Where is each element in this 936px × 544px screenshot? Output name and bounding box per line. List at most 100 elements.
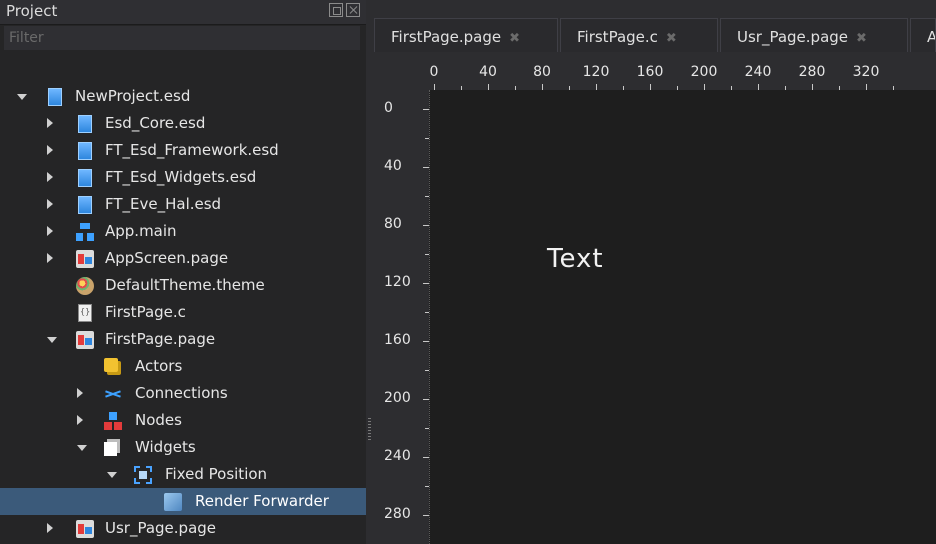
widgets-icon [104, 442, 117, 456]
document-icon [78, 196, 92, 214]
ruler-tick-label: 240 [744, 64, 772, 80]
tab-label: A [927, 28, 935, 46]
document-icon [78, 115, 92, 133]
ruler-tick-label: 40 [384, 158, 402, 174]
tree-item-label: Widgets [135, 438, 196, 456]
chevron-right-icon[interactable] [47, 172, 53, 182]
close-tab-icon[interactable]: ✖ [856, 21, 867, 56]
vertical-ruler: 0 40 80 120 160 200 240 280 [374, 90, 429, 544]
c-source-icon [78, 304, 92, 322]
actors-icon [104, 358, 118, 372]
chevron-down-icon[interactable] [107, 472, 117, 478]
design-canvas-area: 0 40 80 120 160 200 240 280 320 0 40 80 120 160 200 24… [374, 52, 936, 544]
tree-item-label: NewProject.esd [75, 87, 191, 105]
tree-item-label: DefaultTheme.theme [105, 276, 265, 294]
ruler-tick-label: 320 [852, 64, 880, 80]
design-canvas[interactable]: Text [429, 90, 936, 544]
tree-item[interactable]: FT_Eve_Hal.esd [0, 191, 366, 218]
tab-label: Usr_Page.page [737, 28, 849, 46]
ruler-tick-label: 160 [636, 64, 664, 80]
tree-item[interactable]: Esd_Core.esd [0, 110, 366, 137]
project-tree: NewProject.esd Esd_Core.esd FT_Esd_Framewo… [0, 83, 366, 542]
ruler-tick-label: 240 [384, 448, 411, 464]
project-panel-header: Project [0, 0, 366, 25]
chevron-down-icon[interactable] [17, 94, 27, 100]
ruler-tick-label: 120 [384, 274, 411, 290]
tree-item[interactable]: Connections [0, 380, 366, 407]
ruler-tick-label: 80 [533, 64, 551, 80]
chevron-down-icon[interactable] [77, 445, 87, 451]
tab-4[interactable]: A [910, 18, 936, 56]
project-panel: Project NewProject.esd Esd_Core.esd FT_Esd… [0, 0, 366, 544]
tree-item[interactable]: Usr_Page.page [0, 515, 366, 542]
chevron-right-icon[interactable] [47, 523, 53, 533]
panel-controls [329, 3, 360, 17]
ruler-tick-label: 80 [384, 216, 402, 232]
chevron-right-icon[interactable] [47, 118, 53, 128]
close-tab-icon[interactable]: ✖ [509, 21, 520, 56]
tree-item-label: Nodes [135, 411, 182, 429]
render-forwarder-icon [164, 493, 182, 511]
ruler-tick-label: 120 [582, 64, 610, 80]
tree-item-label: Render Forwarder [195, 492, 329, 510]
close-panel-icon[interactable] [346, 3, 360, 17]
chevron-right-icon[interactable] [47, 199, 53, 209]
filter-input[interactable] [4, 26, 360, 50]
ruler-tick-label: 40 [479, 64, 497, 80]
editor-area: FirstPage.page ✖ FirstPage.c ✖ Usr_Page.page… [374, 0, 936, 544]
chevron-right-icon[interactable] [77, 388, 83, 398]
tree-item-label: Connections [135, 384, 228, 402]
panel-splitter[interactable] [366, 0, 374, 544]
text-widget[interactable]: Text [547, 244, 604, 274]
tree-item-label: Usr_Page.page [105, 519, 217, 537]
float-panel-icon[interactable] [329, 3, 343, 17]
tree-item-label: Esd_Core.esd [105, 114, 206, 132]
page-icon [76, 520, 94, 538]
tab-3[interactable]: Usr_Page.page ✖ [720, 18, 908, 56]
tree-item[interactable]: Fixed Position [0, 461, 366, 488]
tree-item-label: FirstPage.page [105, 330, 216, 348]
chevron-right-icon[interactable] [47, 253, 53, 263]
page-icon [76, 331, 94, 349]
ruler-tick-label: 0 [384, 100, 393, 116]
app-hierarchy-icon [76, 223, 94, 241]
palette-icon [76, 277, 94, 295]
tree-item-label: FirstPage.c [105, 303, 186, 321]
tree-item[interactable]: Nodes [0, 407, 366, 434]
splitter-grip-icon[interactable] [368, 418, 371, 440]
horizontal-ruler: 0 40 80 120 160 200 240 280 320 [374, 52, 936, 90]
tab-2[interactable]: FirstPage.c ✖ [560, 18, 718, 56]
tree-item[interactable]: FirstPage.c [0, 299, 366, 326]
tab-strip: FirstPage.page ✖ FirstPage.c ✖ Usr_Page.page… [374, 0, 936, 56]
tree-item[interactable]: FT_Esd_Framework.esd [0, 137, 366, 164]
tree-item[interactable]: FirstPage.page [0, 326, 366, 353]
tree-item[interactable]: Render Forwarder [0, 488, 366, 515]
chevron-right-icon[interactable] [77, 415, 83, 425]
document-icon [78, 142, 92, 160]
tree-item[interactable]: Actors [0, 353, 366, 380]
panel-title: Project [6, 2, 58, 20]
tree-item[interactable]: FT_Esd_Widgets.esd [0, 164, 366, 191]
document-icon [48, 88, 62, 106]
ruler-tick-label: 160 [384, 332, 411, 348]
chevron-down-icon[interactable] [47, 337, 57, 343]
ruler-tick-label: 280 [384, 506, 411, 522]
tree-item[interactable]: Widgets [0, 434, 366, 461]
connections-icon [104, 385, 122, 403]
tab-label: FirstPage.page [391, 28, 502, 46]
tree-item[interactable]: NewProject.esd [0, 83, 366, 110]
tree-item[interactable]: AppScreen.page [0, 245, 366, 272]
document-icon [78, 169, 92, 187]
tab-label: FirstPage.c [577, 28, 658, 46]
ruler-tick-label: 280 [798, 64, 826, 80]
tree-item-label: FT_Esd_Widgets.esd [105, 168, 257, 186]
ruler-tick-label: 0 [429, 64, 439, 80]
tab-1[interactable]: FirstPage.page ✖ [374, 18, 558, 56]
close-tab-icon[interactable]: ✖ [666, 21, 677, 56]
ruler-tick-label: 200 [384, 390, 411, 406]
chevron-right-icon[interactable] [47, 145, 53, 155]
tree-item[interactable]: DefaultTheme.theme [0, 272, 366, 299]
chevron-right-icon[interactable] [47, 226, 53, 236]
page-icon [76, 250, 94, 268]
tree-item[interactable]: App.main [0, 218, 366, 245]
